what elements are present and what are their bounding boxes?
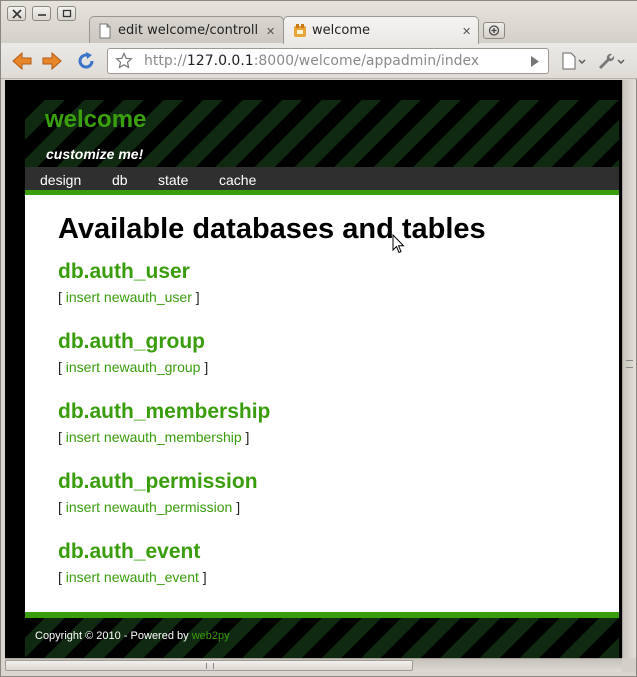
insert-link[interactable]: insert newauth_permission (66, 499, 233, 515)
menu-item-state[interactable]: state (158, 172, 188, 188)
db-entry-auth-group: db.auth_group [ insert newauth_group ] (58, 330, 208, 375)
tab-close-icon[interactable]: ✕ (266, 25, 275, 38)
menu-item-db[interactable]: db (112, 172, 128, 188)
tab-strip: edit welcome/controll... ✕ welcome ✕ (1, 1, 637, 44)
insert-link[interactable]: insert newauth_group (66, 359, 201, 375)
close-icon (12, 9, 22, 19)
site-title[interactable]: welcome (45, 106, 146, 134)
tab-welcome[interactable]: welcome ✕ (283, 16, 479, 44)
plus-icon (488, 25, 500, 36)
page-heading: Available databases and tables (58, 213, 486, 245)
close-window-button[interactable] (7, 6, 26, 21)
url-path: :8000/welcome/appadmin/index (253, 53, 480, 69)
minimize-icon (38, 14, 46, 16)
db-table-name[interactable]: db.auth_permission (58, 470, 258, 494)
document-icon (99, 23, 111, 39)
address-bar[interactable]: http://127.0.0.1:8000/welcome/appadmin/i… (107, 48, 549, 74)
url-text: http://127.0.0.1:8000/welcome/appadmin/i… (144, 53, 479, 69)
db-table-name[interactable]: db.auth_membership (58, 400, 270, 424)
browser-window: edit welcome/controll... ✕ welcome ✕ htt… (0, 0, 637, 677)
db-entry-auth-user: db.auth_user [ insert newauth_user ] (58, 260, 200, 305)
page-viewport: welcome customize me! design db state ca… (5, 80, 622, 658)
url-scheme: http:// (144, 53, 187, 69)
horizontal-scrollbar[interactable] (5, 658, 622, 672)
db-table-name[interactable]: db.auth_user (58, 260, 200, 284)
db-table-name[interactable]: db.auth_group (58, 330, 208, 354)
reload-icon[interactable] (76, 51, 96, 71)
insert-link[interactable]: insert newauth_membership (66, 429, 242, 445)
scrollbar-corner (622, 658, 636, 672)
bookmark-star-icon[interactable] (115, 52, 133, 70)
maximize-window-button[interactable] (57, 6, 76, 21)
db-table-actions: [ insert newauth_permission ] (58, 499, 241, 515)
wrench-icon[interactable] (596, 52, 626, 70)
db-entry-auth-event: db.auth_event [ insert newauth_event ] (58, 540, 207, 585)
db-table-name[interactable]: db.auth_event (58, 540, 207, 564)
web2py-page: welcome customize me! design db state ca… (25, 100, 619, 658)
site-footer: Copyright © 2010 - Powered by web2py (25, 612, 619, 658)
db-entry-auth-membership: db.auth_membership [ insert newauth_memb… (58, 400, 270, 445)
back-arrow-icon[interactable] (11, 51, 33, 71)
insert-link[interactable]: insert newauth_event (66, 569, 199, 585)
scrollbar-grip (626, 360, 633, 368)
page-menu-icon[interactable] (561, 52, 587, 70)
insert-link[interactable]: insert newauth_user (66, 289, 192, 305)
tab-title: edit welcome/controll... (118, 23, 258, 38)
forward-arrow-icon[interactable] (41, 51, 63, 71)
scrollbar-thumb[interactable] (5, 660, 413, 671)
db-table-actions: [ insert newauth_group ] (58, 359, 209, 375)
db-table-actions: [ insert newauth_user ] (58, 289, 200, 305)
web2py-link[interactable]: web2py (192, 630, 230, 642)
menu-item-cache[interactable]: cache (219, 172, 256, 188)
db-entry-auth-permission: db.auth_permission [ insert newauth_perm… (58, 470, 258, 515)
browser-toolbar: http://127.0.0.1:8000/welcome/appadmin/i… (1, 43, 637, 79)
main-content: Available databases and tables (58, 213, 598, 246)
web2py-favicon-icon (294, 24, 306, 37)
go-arrow-icon[interactable] (530, 56, 540, 67)
db-table-actions: [ insert newauth_event ] (58, 569, 207, 585)
vertical-scrollbar[interactable] (622, 80, 636, 658)
mouse-cursor-icon (392, 234, 405, 254)
maximize-icon (62, 9, 72, 18)
menu-item-design[interactable]: design (40, 172, 81, 188)
site-header: welcome customize me! (25, 100, 619, 167)
site-subtitle: customize me! (46, 146, 144, 162)
footer-copyright: Copyright © 2010 - Powered by web2py (35, 630, 230, 642)
tab-close-icon[interactable]: ✕ (462, 25, 471, 38)
new-tab-button[interactable] (483, 22, 505, 39)
db-table-actions: [ insert newauth_membership ] (58, 429, 250, 445)
url-host: 127.0.0.1 (186, 53, 254, 69)
minimize-window-button[interactable] (32, 6, 51, 21)
tab-title: welcome (312, 23, 371, 38)
main-menu: design db state cache (25, 167, 619, 195)
tab-edit-controller[interactable]: edit welcome/controll... ✕ (89, 16, 284, 44)
scrollbar-grip (206, 663, 214, 669)
